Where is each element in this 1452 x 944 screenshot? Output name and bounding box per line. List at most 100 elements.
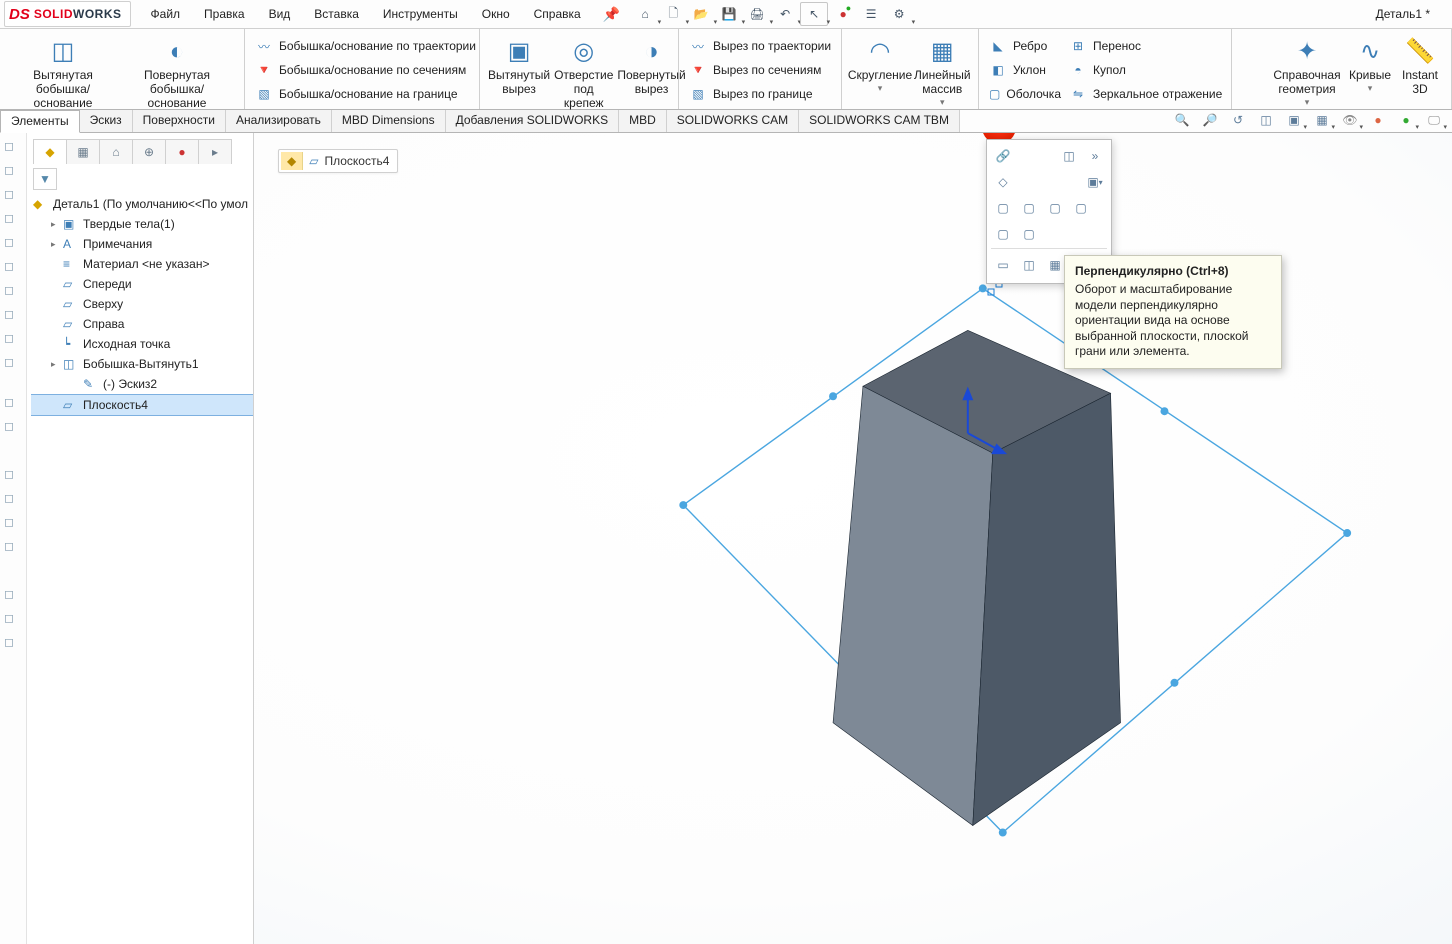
- vbar-icon[interactable]: ◻: [4, 491, 22, 509]
- prev-view-button[interactable]: ↺: [1228, 110, 1248, 130]
- revolved-cut-button[interactable]: ◑ Повернутый вырез: [615, 31, 687, 97]
- vbar-icon[interactable]: ◻: [4, 611, 22, 629]
- zoom-fit-button[interactable]: 🔍: [1172, 110, 1192, 130]
- draft-button[interactable]: ◧Уклон: [985, 59, 1065, 81]
- tree-row[interactable]: ✎(-) Эскиз2: [31, 374, 253, 394]
- normal-to-button[interactable]: [1083, 222, 1107, 246]
- tab-surfaces[interactable]: Поверхности: [133, 110, 226, 132]
- shell-button[interactable]: ▢Оболочка: [985, 83, 1065, 105]
- appearance-button[interactable]: ●: [1368, 110, 1388, 130]
- fm-tab-property[interactable]: ▦: [66, 139, 100, 164]
- print-button[interactable]: 🖨▾: [744, 3, 770, 25]
- tree-row[interactable]: ▱Справа: [31, 314, 253, 334]
- settings-button[interactable]: ⚙▾: [886, 3, 912, 25]
- tree-row[interactable]: ▸◫Бобышка-Вытянуть1: [31, 354, 253, 374]
- lofted-cut-button[interactable]: 🔻Вырез по сечениям: [685, 59, 835, 81]
- swept-cut-button[interactable]: 〰Вырез по траектории: [685, 35, 835, 57]
- options-button[interactable]: ☰: [858, 3, 884, 25]
- save-button[interactable]: 💾▾: [716, 3, 742, 25]
- hide-show-button[interactable]: 👁▾: [1340, 110, 1360, 130]
- tree-row[interactable]: ▱Сверху: [31, 294, 253, 314]
- view-box-icon[interactable]: ◫: [1057, 144, 1081, 168]
- new-doc-button[interactable]: 🗋▾: [660, 3, 686, 25]
- undo-button[interactable]: ↶▾: [772, 3, 798, 25]
- vbar-icon[interactable]: ◻: [4, 587, 22, 605]
- tree-row[interactable]: ≡Материал <не указан>: [31, 254, 253, 274]
- boundary-boss-button[interactable]: ▧Бобышка/основание на границе: [251, 83, 480, 105]
- vbar-icon[interactable]: ◻: [4, 307, 22, 325]
- vbar-icon[interactable]: ◻: [4, 139, 22, 157]
- view-cube-icon[interactable]: ▣▾: [1083, 170, 1107, 194]
- tab-addins[interactable]: Добавления SOLIDWORKS: [446, 110, 620, 132]
- view-top-icon[interactable]: ▢: [991, 222, 1015, 246]
- view-orientation-button[interactable]: ▣▾: [1284, 110, 1304, 130]
- vbar-icon[interactable]: ◻: [4, 235, 22, 253]
- extruded-boss-button[interactable]: ◫ Вытянутая бобышка/основание: [6, 31, 120, 110]
- dome-button[interactable]: ◓Купол: [1065, 59, 1226, 81]
- vbar-icon[interactable]: ◻: [4, 635, 22, 653]
- view-iso-icon[interactable]: ◇: [991, 170, 1015, 194]
- traffic-light-button[interactable]: ●●: [830, 3, 856, 25]
- wrap-button[interactable]: ⊞Перенос: [1065, 35, 1226, 57]
- mirror-button[interactable]: ⇋Зеркальное отражение: [1065, 83, 1226, 105]
- vbar-icon[interactable]: ◻: [4, 331, 22, 349]
- view-front-icon[interactable]: ▢: [991, 196, 1015, 220]
- display-style-button[interactable]: ▦▾: [1312, 110, 1332, 130]
- vbar-icon[interactable]: ◻: [4, 259, 22, 277]
- vbar-icon[interactable]: ◻: [4, 211, 22, 229]
- tab-mbd[interactable]: MBD: [619, 110, 667, 132]
- vbar-icon[interactable]: ◻: [4, 283, 22, 301]
- app-logo[interactable]: DS SOLIDWORKS: [4, 1, 131, 27]
- tree-row[interactable]: ▱Плоскость4: [31, 394, 253, 416]
- tab-mbd-dimensions[interactable]: MBD Dimensions: [332, 110, 446, 132]
- fm-tab-dim[interactable]: ⊕: [132, 139, 166, 164]
- tree-expander-icon[interactable]: ▸: [51, 219, 59, 230]
- view-link-icon[interactable]: 🔗: [991, 144, 1015, 168]
- view-bottom-icon[interactable]: ▢: [1017, 222, 1041, 246]
- select-button[interactable]: ↖▾: [800, 2, 828, 26]
- boundary-cut-button[interactable]: ▧Вырез по границе: [685, 83, 835, 105]
- fm-tab-display[interactable]: ●: [165, 139, 199, 164]
- ref-geometry-button[interactable]: ✦ Справочная геометрия ▾: [1269, 31, 1345, 107]
- tree-expander-icon[interactable]: ▸: [51, 239, 59, 250]
- scene-button[interactable]: ●▾: [1396, 110, 1416, 130]
- menu-tools[interactable]: Инструменты: [373, 3, 468, 25]
- zoom-area-button[interactable]: 🔎: [1200, 110, 1220, 130]
- menu-edit[interactable]: Правка: [194, 3, 255, 25]
- tab-cam-tbm[interactable]: SOLIDWORKS CAM TBM: [799, 110, 960, 132]
- single-viewport-icon[interactable]: ▭: [991, 253, 1015, 277]
- view-right-icon[interactable]: ▢: [1069, 196, 1093, 220]
- linear-pattern-button[interactable]: ▦ Линейный массив ▾: [912, 31, 973, 107]
- fm-tab-tree[interactable]: ◆: [33, 139, 67, 164]
- tree-filter-button[interactable]: ▼: [33, 168, 57, 190]
- tree-row[interactable]: ▸AПримечания: [31, 234, 253, 254]
- menu-help[interactable]: Справка: [524, 3, 591, 25]
- view-more-icon[interactable]: »: [1083, 144, 1107, 168]
- revolved-boss-button[interactable]: ◐ Повернутая бобышка/основание: [120, 31, 234, 110]
- home-button[interactable]: ⌂▾: [632, 3, 658, 25]
- swept-boss-button[interactable]: 〰Бобышка/основание по траектории: [251, 35, 480, 57]
- fm-tab-more[interactable]: ▸: [198, 139, 232, 164]
- graphics-viewport[interactable]: ◆ ▱ Плоскость4: [254, 133, 1452, 944]
- tab-evaluate[interactable]: Анализировать: [226, 110, 332, 132]
- menu-insert[interactable]: Вставка: [304, 3, 369, 25]
- vbar-icon[interactable]: ◻: [4, 187, 22, 205]
- vbar-icon[interactable]: ◻: [4, 419, 22, 437]
- vbar-icon[interactable]: ◻: [4, 515, 22, 533]
- fillet-button[interactable]: ◠ Скругление ▾: [848, 31, 912, 93]
- vbar-icon[interactable]: ◻: [4, 163, 22, 181]
- hole-wizard-button[interactable]: ◎ Отверстие под крепеж: [552, 31, 615, 110]
- tree-row[interactable]: ┕Исходная точка: [31, 334, 253, 354]
- menu-file[interactable]: Файл: [141, 3, 191, 25]
- instant3d-button[interactable]: 📏 Instant 3D: [1395, 31, 1445, 97]
- tree-row[interactable]: ▱Спереди: [31, 274, 253, 294]
- extruded-cut-button[interactable]: ▣ Вытянутый вырез: [486, 31, 552, 97]
- two-viewport-icon[interactable]: ◫: [1017, 253, 1041, 277]
- tab-sketch[interactable]: Эскиз: [80, 110, 133, 132]
- curves-button[interactable]: ∿ Кривые ▾: [1345, 31, 1395, 93]
- tab-cam[interactable]: SOLIDWORKS CAM: [667, 110, 799, 132]
- section-view-button[interactable]: ◫: [1256, 110, 1276, 130]
- menu-view[interactable]: Вид: [259, 3, 301, 25]
- menu-window[interactable]: Окно: [472, 3, 520, 25]
- lofted-boss-button[interactable]: 🔻Бобышка/основание по сечениям: [251, 59, 480, 81]
